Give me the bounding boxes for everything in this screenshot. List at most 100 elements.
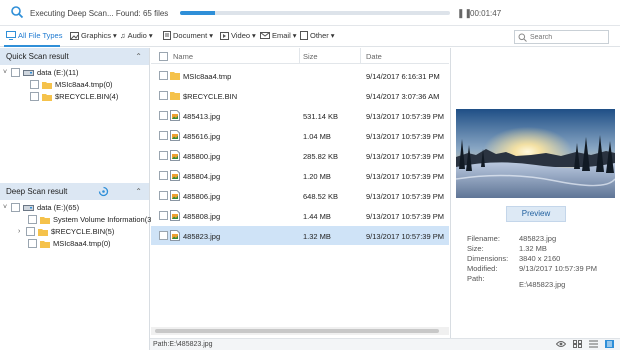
eye-icon[interactable] [556, 340, 566, 348]
file-row[interactable]: $RECYCLE.BIN 9/14/2017 3:07:36 AM [151, 86, 449, 105]
scan-tree-pane: Quick Scan result ⌃ ˅ data (E:)(11) MSIc… [0, 48, 154, 350]
tab-other[interactable]: Other ▾ [300, 31, 335, 40]
row-checkbox[interactable] [159, 91, 168, 100]
file-row[interactable]: 485800.jpg 285.82 KB 9/13/2017 10:57:39 PM [151, 146, 449, 165]
column-header-name[interactable]: Name [173, 52, 193, 61]
tab-label: All File Types [18, 31, 63, 40]
tab-document[interactable]: Document ▾ [163, 31, 213, 40]
list-view-icon[interactable] [589, 340, 598, 348]
preview-image [456, 109, 615, 198]
file-row[interactable]: 485823.jpg 1.32 MB 9/13/2017 10:57:39 PM [151, 226, 449, 245]
tree-item-folder[interactable]: › $RECYCLE.BIN(5) [18, 226, 114, 237]
file-row[interactable]: 485616.jpg 1.04 MB 9/13/2017 10:57:39 PM [151, 126, 449, 145]
scrollbar-thumb[interactable] [155, 329, 439, 333]
tab-video[interactable]: Video ▾ [220, 31, 256, 40]
tree-checkbox[interactable] [30, 92, 39, 101]
row-checkbox[interactable] [159, 111, 168, 120]
file-name: 485808.jpg [183, 212, 221, 221]
image-icon [70, 31, 79, 40]
tab-all-file-types[interactable]: All File Types [6, 31, 62, 40]
video-icon [220, 31, 229, 40]
file-row[interactable]: MSIc8aa4.tmp 9/14/2017 6:16:31 PM [151, 66, 449, 85]
search-input[interactable] [530, 31, 608, 43]
grid-view-icon[interactable] [573, 340, 582, 348]
file-row[interactable]: 485808.jpg 1.44 MB 9/13/2017 10:57:39 PM [151, 206, 449, 225]
tree-item-folder[interactable]: MSIc8aa4.tmp(0) [28, 238, 111, 249]
tab-audio[interactable]: ♫ Audio ▾ [120, 31, 153, 40]
column-divider[interactable] [299, 48, 300, 64]
drive-icon [23, 70, 34, 76]
tab-email[interactable]: Email ▾ [260, 31, 297, 40]
tree-checkbox[interactable] [26, 227, 35, 236]
column-divider[interactable] [360, 48, 361, 64]
file-size: 1.20 MB [303, 172, 331, 181]
chevron-down-icon: ▾ [148, 31, 153, 40]
collapse-icon[interactable]: ⌃ [135, 187, 142, 196]
tree-item-label: System Volume Information(3) [53, 215, 154, 224]
file-row[interactable]: 485413.jpg 531.14 KB 9/13/2017 10:57:39 PM [151, 106, 449, 125]
image-file-icon [170, 230, 180, 241]
file-row[interactable]: 485804.jpg 1.20 MB 9/13/2017 10:57:39 PM [151, 166, 449, 185]
deep-scan-title: Deep Scan result [6, 187, 68, 196]
row-checkbox[interactable] [159, 151, 168, 160]
row-checkbox[interactable] [159, 191, 168, 200]
collapse-icon[interactable]: ⌃ [135, 52, 142, 61]
image-file-icon [170, 150, 180, 161]
search-box[interactable] [514, 30, 609, 44]
folder-icon [42, 93, 52, 101]
tree-item-folder[interactable]: MSIc8aa4.tmp(0) [30, 79, 113, 90]
file-date: 9/13/2017 10:57:39 PM [366, 132, 444, 141]
row-checkbox[interactable] [159, 211, 168, 220]
file-row[interactable]: 485806.jpg 648.52 KB 9/13/2017 10:57:39 PM [151, 186, 449, 205]
tree-item-drive[interactable]: ˅ data (E:)(11) [3, 67, 79, 78]
other-icon [300, 31, 308, 40]
column-header-size[interactable]: Size [303, 52, 318, 61]
scan-status-text: Executing Deep Scan... Found: 65 files [30, 9, 169, 18]
meta-key: Dimensions: [467, 254, 509, 263]
tree-checkbox[interactable] [30, 80, 39, 89]
chevron-down-icon: ▾ [330, 31, 335, 40]
row-checkbox[interactable] [159, 231, 168, 240]
tab-graphics[interactable]: Graphics ▾ [70, 31, 117, 40]
expand-icon[interactable]: ˅ [3, 204, 11, 211]
tree-checkbox[interactable] [28, 239, 37, 248]
preview-button[interactable]: Preview [506, 206, 566, 222]
file-name: 485823.jpg [183, 232, 221, 241]
tree-item-label: $RECYCLE.BIN(4) [55, 92, 119, 101]
meta-key: Modified: [467, 264, 498, 273]
row-checkbox[interactable] [159, 71, 168, 80]
column-header-date[interactable]: Date [366, 52, 382, 61]
file-name: 485413.jpg [183, 112, 221, 121]
row-checkbox[interactable] [159, 131, 168, 140]
image-file-icon [170, 210, 180, 221]
preview-pane: Preview Filename: 485823.jpg Size: 1.32 MB… [450, 48, 620, 338]
row-checkbox[interactable] [159, 171, 168, 180]
search-icon [518, 33, 527, 42]
detail-view-icon[interactable] [605, 340, 614, 348]
scanning-icon [98, 186, 109, 197]
envelope-icon [260, 32, 270, 39]
tree-item-drive[interactable]: ˅ data (E:)(65) [3, 202, 79, 213]
monitor-icon [6, 31, 16, 40]
expand-icon[interactable]: › [18, 228, 26, 235]
tree-item-folder[interactable]: $RECYCLE.BIN(4) [30, 91, 118, 102]
tab-label: Audio [127, 31, 147, 40]
horizontal-scrollbar[interactable] [151, 327, 449, 335]
tree-item-folder[interactable]: System Volume Information(3) [28, 214, 154, 225]
file-date: 9/13/2017 10:57:39 PM [366, 212, 444, 221]
quick-scan-header[interactable]: Quick Scan result ⌃ [0, 48, 149, 65]
tree-checkbox[interactable] [11, 68, 20, 77]
active-tab-indicator [4, 45, 60, 47]
file-date: 9/13/2017 10:57:39 PM [366, 152, 444, 161]
select-all-checkbox[interactable] [159, 52, 168, 61]
folder-icon [40, 216, 50, 224]
tree-checkbox[interactable] [11, 203, 20, 212]
tree-checkbox[interactable] [28, 215, 37, 224]
file-date: 9/14/2017 3:07:36 AM [366, 92, 440, 101]
tab-label: Other [310, 31, 329, 40]
file-date: 9/13/2017 10:57:39 PM [366, 172, 444, 181]
tree-item-label: MSIc8aa4.tmp(0) [53, 239, 111, 248]
expand-icon[interactable]: ˅ [3, 69, 11, 76]
deep-scan-header[interactable]: Deep Scan result ⌃ [0, 183, 149, 200]
drive-icon [23, 205, 34, 211]
